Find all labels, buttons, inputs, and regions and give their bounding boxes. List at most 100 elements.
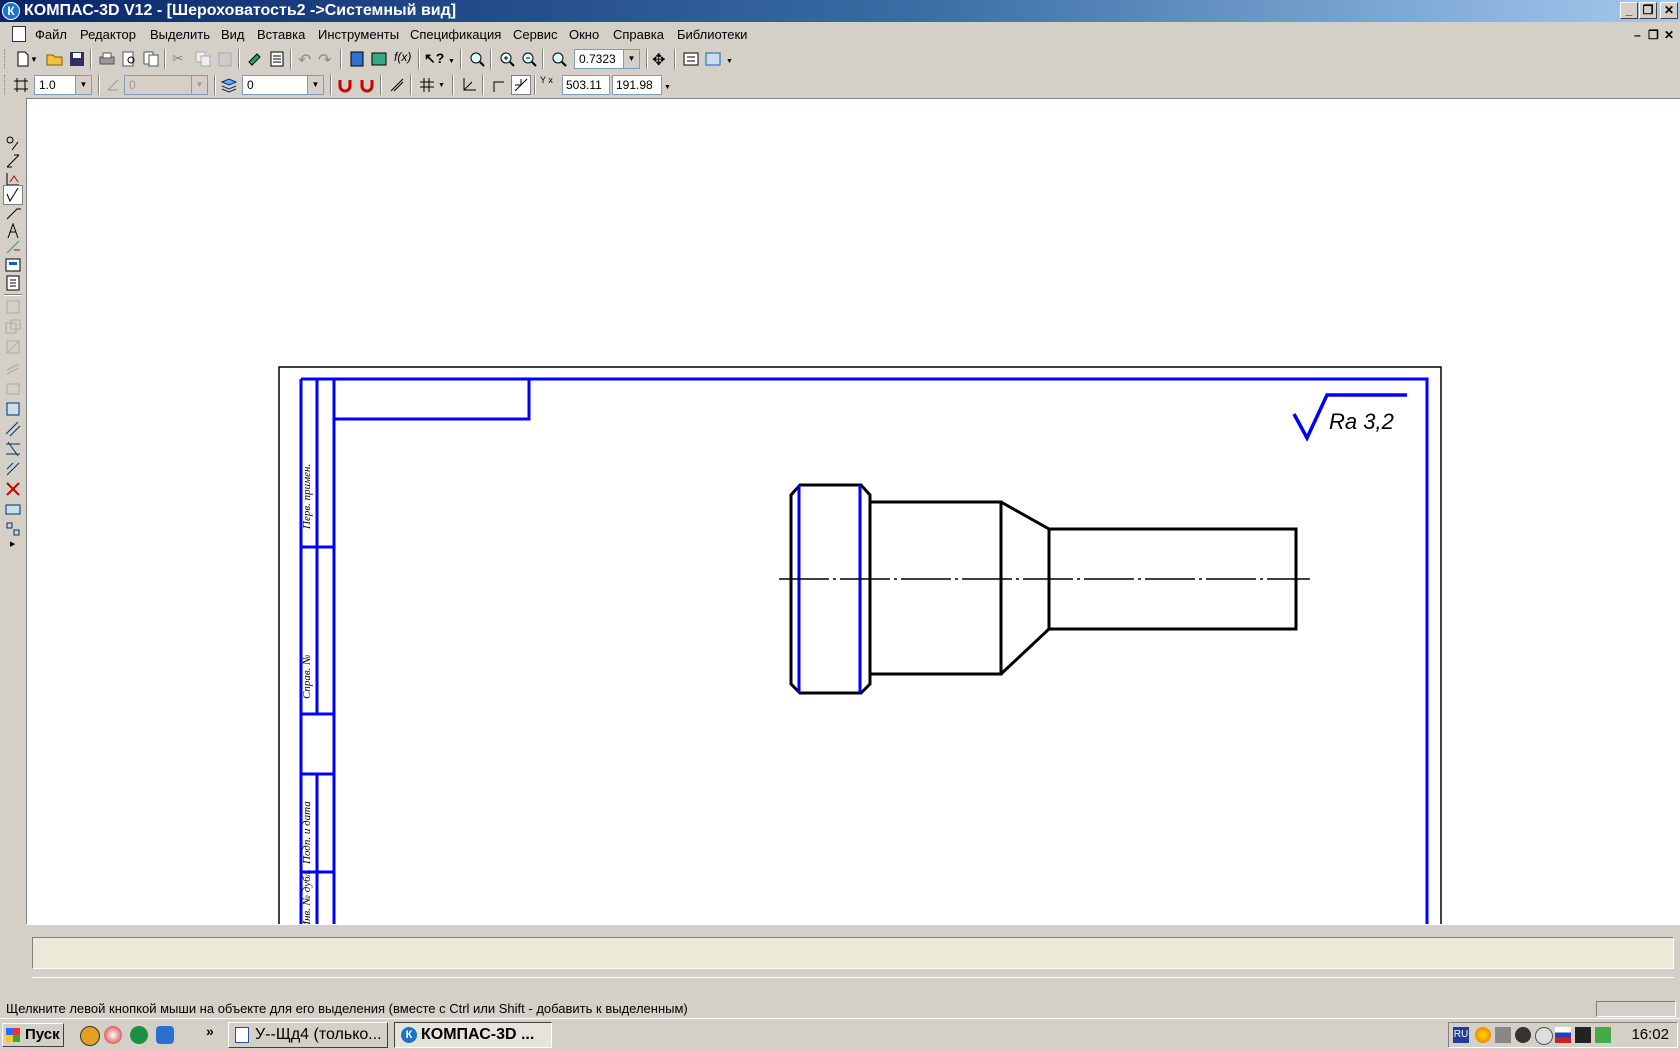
reports-panel-icon[interactable] xyxy=(4,378,22,396)
print-icon[interactable] xyxy=(98,50,116,68)
task-kompas[interactable]: К КОМПАС-3D ... xyxy=(394,1022,552,1048)
insert-panel-icon[interactable] xyxy=(4,400,22,418)
quicklaunch-chevron[interactable]: » xyxy=(206,1023,214,1039)
associative-views-icon[interactable] xyxy=(4,318,22,336)
local-snap-icon[interactable] xyxy=(358,76,376,94)
format-painter-icon[interactable] xyxy=(246,50,264,68)
redo-icon[interactable]: ↷ xyxy=(318,50,336,69)
section-line-icon[interactable] xyxy=(4,440,22,458)
view-panel-icon[interactable] xyxy=(4,338,22,356)
drawing-canvas[interactable]: Перв. примен. Справ. № Подп. и дата Инв.… xyxy=(26,98,1680,924)
layers-icon[interactable] xyxy=(220,76,238,94)
zoom-scale-combo[interactable]: 0.7323 ▼ xyxy=(574,49,640,69)
parametrization-icon[interactable] xyxy=(4,256,22,274)
quicklaunch-browser-icon[interactable] xyxy=(104,1026,122,1044)
toolbar-grip[interactable] xyxy=(4,49,8,69)
task-word-document[interactable]: У--Щд4 (только... xyxy=(228,1022,388,1048)
start-button[interactable]: Пуск xyxy=(2,1023,64,1047)
dimensions-panel-icon[interactable] xyxy=(4,152,22,170)
cursor-step-icon[interactable] xyxy=(12,76,30,94)
parametric-mode-icon[interactable] xyxy=(511,75,531,95)
local-cs-icon[interactable] xyxy=(388,76,406,94)
snap-magnet-icon[interactable] xyxy=(336,76,354,94)
manager-icon[interactable] xyxy=(348,50,366,68)
paste-icon[interactable] xyxy=(216,50,234,68)
quicklaunch-utorrent-icon[interactable] xyxy=(130,1026,148,1044)
kompas-app-icon[interactable]: К xyxy=(2,2,20,20)
step-dropdown-icon[interactable]: ▼ xyxy=(75,76,91,94)
quicklaunch-ie-icon[interactable] xyxy=(156,1026,174,1044)
menu-help[interactable]: Справка xyxy=(613,27,664,42)
close-button[interactable]: ✕ xyxy=(1660,2,1678,19)
menu-file[interactable]: Файл xyxy=(35,27,67,42)
drawing-sheet[interactable]: Перв. примен. Справ. № Подп. и дата Инв.… xyxy=(27,99,1680,924)
break-line-icon[interactable] xyxy=(4,460,22,478)
leader-icon[interactable] xyxy=(4,204,22,222)
variables-fx-icon[interactable]: f(x) xyxy=(394,50,412,68)
help-pointer-icon[interactable]: ↖? xyxy=(424,50,444,68)
step-combo[interactable]: 1.0 ▼ xyxy=(34,75,92,95)
open-folder-icon[interactable] xyxy=(46,50,64,68)
save-icon[interactable] xyxy=(68,50,86,68)
properties-field[interactable] xyxy=(32,937,1674,969)
coordinate-x-field[interactable]: 503.11 xyxy=(562,75,610,95)
document-icon[interactable] xyxy=(12,26,26,42)
tray-security-icon[interactable] xyxy=(1515,1027,1531,1043)
page-setup-icon[interactable] xyxy=(142,50,160,68)
mdi-minimize-button[interactable]: – xyxy=(1634,28,1641,42)
zoom-out-icon[interactable] xyxy=(520,50,538,68)
zoom-scale-dropdown-icon[interactable]: ▼ xyxy=(623,50,639,68)
edit-panel-icon[interactable] xyxy=(4,238,22,256)
tray-network-icon[interactable] xyxy=(1495,1027,1511,1043)
menu-libraries[interactable]: Библиотеки xyxy=(677,27,747,42)
hatch-icon[interactable] xyxy=(4,420,22,438)
library-manager-icon[interactable] xyxy=(370,50,388,68)
menu-specification[interactable]: Спецификация xyxy=(410,27,501,42)
macro-icon[interactable] xyxy=(4,500,22,518)
menu-view[interactable]: Вид xyxy=(221,27,245,42)
angle-step-icon[interactable] xyxy=(104,76,122,94)
minimize-button[interactable]: _ xyxy=(1620,2,1638,19)
menu-window[interactable]: Окно xyxy=(569,27,599,42)
tray-monitor-icon[interactable] xyxy=(1575,1027,1591,1043)
grid-icon[interactable] xyxy=(418,76,436,94)
print-preview-icon[interactable] xyxy=(120,50,138,68)
menu-editor[interactable]: Редактор xyxy=(80,27,136,42)
zoom-scale-icon[interactable] xyxy=(550,50,568,68)
properties-list-icon[interactable] xyxy=(268,50,286,68)
refresh-view-icon[interactable] xyxy=(682,50,700,68)
title-bar[interactable]: К КОМПАС-3D V12 - [Шероховатость2 ->Сист… xyxy=(0,0,1680,22)
copy-icon[interactable] xyxy=(194,50,212,68)
delete-object-icon[interactable] xyxy=(4,480,22,498)
language-indicator[interactable]: RU xyxy=(1453,1027,1469,1043)
cut-icon[interactable]: ✂ xyxy=(172,50,190,68)
menu-select[interactable]: Выделить xyxy=(150,27,210,42)
select-panel-icon[interactable] xyxy=(4,298,22,316)
geometry-panel-icon[interactable] xyxy=(4,134,22,152)
tray-nvidia-icon[interactable] xyxy=(1595,1027,1611,1043)
tray-agent-icon[interactable] xyxy=(1535,1027,1553,1045)
zoom-window-icon[interactable] xyxy=(468,50,486,68)
menu-service[interactable]: Сервис xyxy=(513,27,558,42)
pan-icon[interactable]: ✥ xyxy=(652,50,670,69)
toolbar-grip[interactable] xyxy=(4,75,8,95)
mdi-close-button[interactable]: ✕ xyxy=(1664,28,1674,42)
undo-icon[interactable]: ↶ xyxy=(298,50,316,69)
ortho-mode-icon[interactable] xyxy=(490,76,508,94)
menu-insert[interactable]: Вставка xyxy=(257,27,305,42)
clock[interactable]: 16:02 xyxy=(1631,1026,1669,1043)
restore-button[interactable]: ❐ xyxy=(1639,2,1657,19)
coordinate-y-field[interactable]: 191.98 xyxy=(612,75,662,95)
measure-icon[interactable] xyxy=(4,274,22,292)
redraw-icon[interactable] xyxy=(704,50,722,68)
tray-app-icon[interactable] xyxy=(1475,1027,1491,1043)
angle-dropdown-icon[interactable]: ▼ xyxy=(191,76,207,94)
cs-axes-icon[interactable] xyxy=(460,76,478,94)
zoom-in-icon[interactable] xyxy=(498,50,516,68)
spec-panel-icon[interactable] xyxy=(4,360,22,378)
fragment-icon[interactable] xyxy=(4,520,22,538)
layer-combo[interactable]: 0 ▼ xyxy=(242,75,324,95)
tray-flag-icon[interactable] xyxy=(1555,1027,1571,1043)
layer-dropdown-icon[interactable]: ▼ xyxy=(307,76,323,94)
menu-tools[interactable]: Инструменты xyxy=(318,27,399,42)
